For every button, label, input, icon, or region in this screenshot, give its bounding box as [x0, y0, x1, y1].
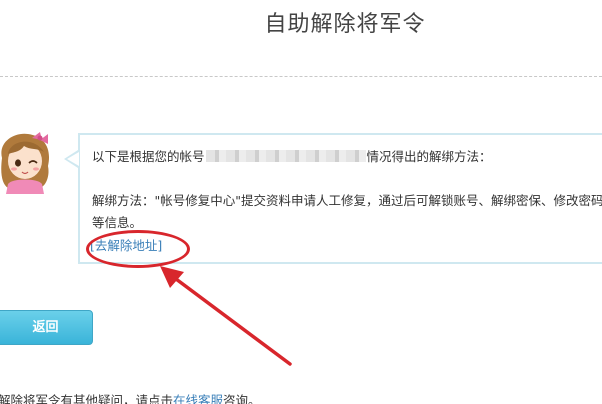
back-button[interactable]: 返回 — [0, 310, 93, 345]
dashed-divider — [0, 76, 602, 77]
page-title: 自助解除将军令 — [264, 12, 426, 37]
unbind-method-text: 解绑方法："帐号修复中心"提交资料申请人工修复，通过后可解锁账号、解绑密保、修改… — [92, 193, 602, 230]
speech-bubble-pointer-inner — [67, 152, 79, 166]
account-intro-prefix: 以下是根据您的帐号 — [92, 149, 205, 164]
account-intro-suffix: 情况得出的解绑方法： — [366, 149, 492, 164]
footer-prefix: 解除将军令有其他疑问，请点击 — [0, 393, 174, 404]
footer-help-note: 解除将军令有其他疑问，请点击在线客服咨询。 — [0, 390, 261, 404]
red-arrow-annotation — [160, 266, 292, 366]
online-support-link[interactable]: 在线客服 — [173, 393, 223, 404]
account-intro-line: 以下是根据您的帐号 情况得出的解绑方法： — [92, 146, 492, 165]
girl-avatar-icon — [1, 132, 50, 194]
remove-address-link[interactable]: [去解除地址] — [90, 235, 162, 254]
footer-suffix: 咨询。 — [223, 393, 261, 404]
redacted-account — [205, 150, 366, 162]
